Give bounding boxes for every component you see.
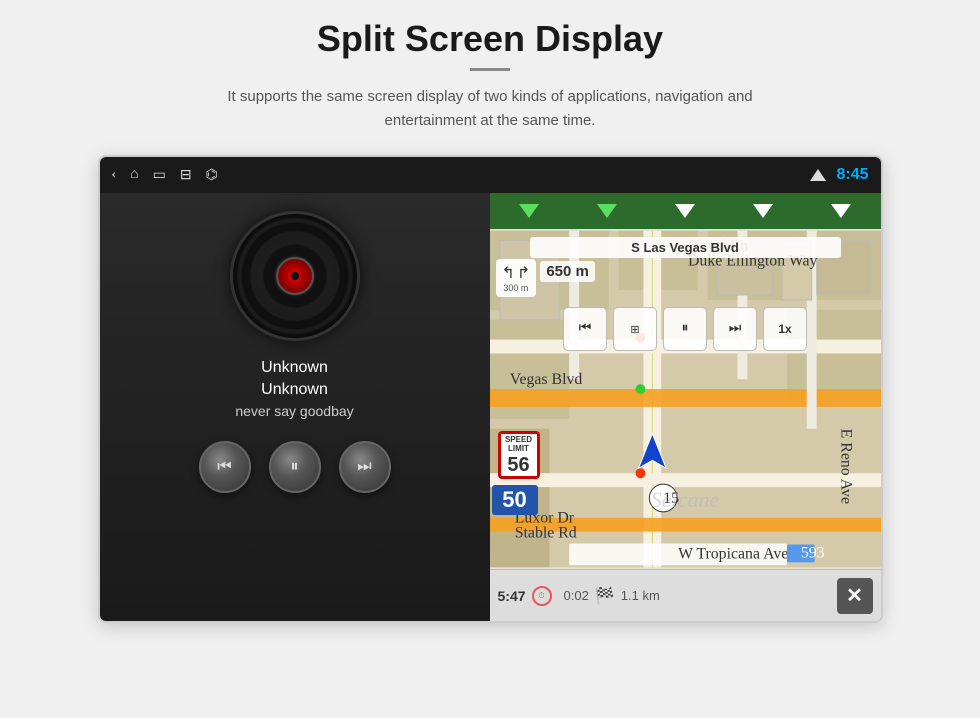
nav-arrival-time: 5:47 bbox=[498, 588, 526, 604]
usb-icon[interactable]: ⌬ bbox=[206, 167, 218, 184]
nav-chapters-button[interactable]: ⊞ bbox=[613, 307, 657, 351]
next-track-button[interactable]: ⏭ bbox=[339, 441, 391, 493]
turn-distance-label: 300 m bbox=[503, 283, 528, 293]
notification-triangle-icon bbox=[810, 169, 826, 181]
status-time: 8:45 bbox=[836, 166, 868, 184]
vinyl-center bbox=[276, 257, 314, 295]
nav-prev-button[interactable]: ⏮ bbox=[563, 307, 607, 351]
status-bar-right: 8:45 bbox=[810, 166, 868, 184]
prev-track-icon: ⏮ bbox=[217, 458, 231, 476]
screenshot-icon[interactable]: ⊟ bbox=[180, 167, 192, 184]
next-track-icon: ⏭ bbox=[357, 458, 371, 476]
svg-text:Stable Rd: Stable Rd bbox=[514, 525, 576, 542]
turn-instruction-box: ↰ ↱ 300 m bbox=[496, 259, 537, 297]
vinyl-record bbox=[230, 211, 360, 341]
nav-next-button[interactable]: ⏭ bbox=[713, 307, 757, 351]
nav-top-bar bbox=[490, 193, 881, 229]
speed-limit-sign: SPEEDLIMIT 56 bbox=[498, 431, 540, 479]
nav-arrow-3 bbox=[646, 204, 724, 218]
back-icon[interactable]: ‹ bbox=[112, 167, 117, 183]
right-turn-icon: ↱ bbox=[517, 263, 530, 283]
road-name-bar: S Las Vegas Blvd bbox=[530, 237, 841, 258]
music-panel: Unknown Unknown never say goodbay ⏮ ⏸ ⏭ bbox=[100, 193, 490, 621]
nav-down-arrow-white-1 bbox=[675, 204, 695, 218]
track-song: never say goodbay bbox=[235, 403, 353, 419]
nav-arrow-4 bbox=[724, 204, 802, 218]
nav-down-arrow-white-3 bbox=[831, 204, 851, 218]
nav-close-button[interactable]: ✕ bbox=[837, 578, 873, 614]
status-bar-left: ‹ ⌂ ▭ ⊟ ⌬ bbox=[112, 167, 218, 184]
svg-text:E Reno Ave: E Reno Ave bbox=[837, 429, 854, 504]
nav-bottom-bar: 5:47 ⏱ 0:02 🏁 1.1 km ✕ bbox=[490, 569, 881, 621]
nav-duration: 0:02 bbox=[564, 588, 589, 603]
nav-down-arrow-green-1 bbox=[519, 204, 539, 218]
map-area: Koval Ln Duke Ellington Way Vegas Blvd L… bbox=[490, 229, 881, 569]
vinyl-dot bbox=[291, 272, 299, 280]
pause-icon: ⏸ bbox=[290, 458, 298, 476]
svg-text:Vegas Blvd: Vegas Blvd bbox=[509, 371, 582, 388]
current-speed-display: 50 bbox=[492, 485, 538, 515]
page-subtitle: It supports the same screen display of t… bbox=[220, 85, 760, 133]
nav-speed-button[interactable]: 1x bbox=[763, 307, 807, 351]
nav-arrow-2 bbox=[568, 204, 646, 218]
nav-distance: 1.1 km bbox=[621, 588, 660, 603]
device-frame: ‹ ⌂ ▭ ⊟ ⌬ 8:45 Unknown Unknown never s bbox=[98, 155, 883, 623]
track-info: Unknown Unknown never say goodbay bbox=[235, 359, 353, 419]
page-title: Split Screen Display bbox=[317, 18, 663, 60]
speed-limit-label: SPEEDLIMIT bbox=[501, 434, 537, 454]
speed-limit-number: 56 bbox=[501, 454, 537, 476]
prev-track-button[interactable]: ⏮ bbox=[199, 441, 251, 493]
split-area: Unknown Unknown never say goodbay ⏮ ⏸ ⏭ bbox=[100, 193, 881, 621]
nav-down-arrow-green-2 bbox=[597, 204, 617, 218]
recent-apps-icon[interactable]: ▭ bbox=[153, 167, 166, 184]
nav-pause-button[interactable]: ⏸ bbox=[663, 307, 707, 351]
track-artist: Unknown bbox=[235, 381, 353, 399]
nav-media-controls: ⏮ ⊞ ⏸ ⏭ 1x bbox=[490, 307, 881, 351]
music-controls: ⏮ ⏸ ⏭ bbox=[199, 441, 391, 493]
nav-timer-icon: ⏱ bbox=[532, 586, 552, 606]
dist-to-turn-label: 650 m bbox=[540, 261, 595, 282]
left-turn-icon: ↰ bbox=[502, 263, 515, 283]
home-icon[interactable]: ⌂ bbox=[130, 167, 138, 183]
nav-arrow-1 bbox=[490, 204, 568, 218]
nav-down-arrow-white-2 bbox=[753, 204, 773, 218]
svg-text:593: 593 bbox=[800, 544, 824, 561]
svg-text:W Tropicana Ave: W Tropicana Ave bbox=[678, 545, 788, 562]
title-divider bbox=[470, 68, 510, 71]
status-bar: ‹ ⌂ ▭ ⊟ ⌬ 8:45 bbox=[100, 157, 881, 193]
track-name: Unknown bbox=[235, 359, 353, 377]
pause-button[interactable]: ⏸ bbox=[269, 441, 321, 493]
svg-text:15: 15 bbox=[663, 490, 679, 507]
nav-panel: Koval Ln Duke Ellington Way Vegas Blvd L… bbox=[490, 193, 881, 621]
nav-arrow-5 bbox=[802, 204, 880, 218]
nav-flag-icon: 🏁 bbox=[595, 586, 615, 606]
